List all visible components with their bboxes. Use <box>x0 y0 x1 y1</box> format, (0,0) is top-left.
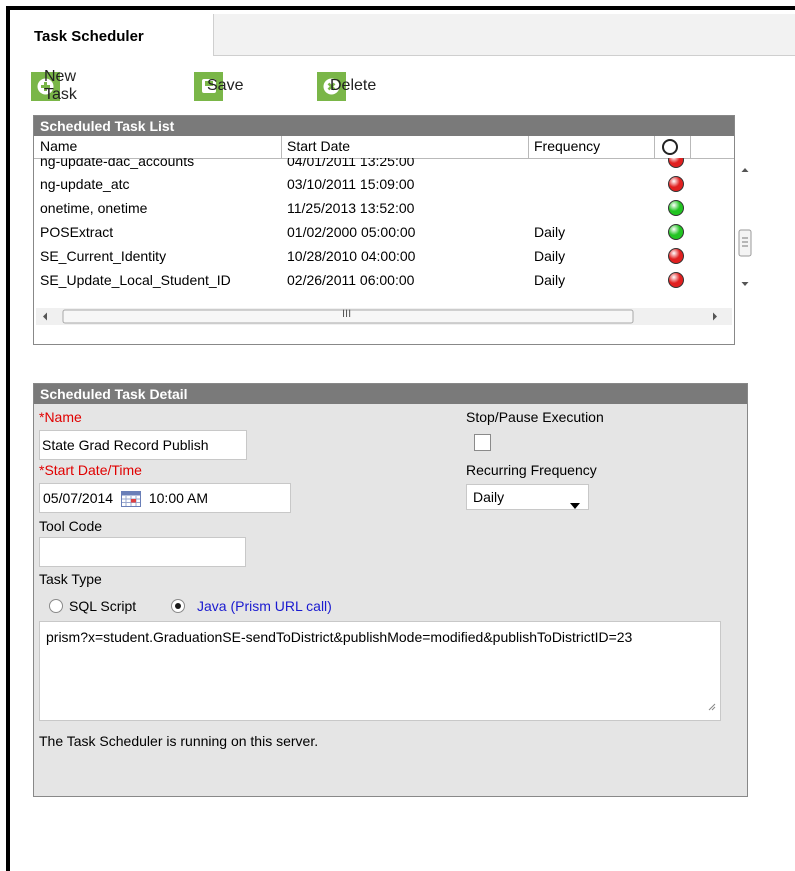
vertical-scrollbar[interactable] <box>736 158 754 306</box>
table-row[interactable]: ng-update-dac_accounts 04/01/2011 13:25:… <box>34 158 702 173</box>
date-input[interactable]: 05/07/2014 <box>43 490 113 506</box>
table-row[interactable]: ng-update_atc 03/10/2011 15:09:00 <box>34 172 702 196</box>
status-dot-icon <box>668 158 684 168</box>
tool-code-input[interactable] <box>39 537 246 567</box>
task-rows: ng-update-dac_accounts 04/01/2011 13:25:… <box>34 158 702 306</box>
name-label: *Name <box>39 409 82 425</box>
new-task-button[interactable]: New Task <box>31 68 77 103</box>
time-input[interactable]: 10:00 AM <box>149 490 208 506</box>
column-divider <box>690 136 691 158</box>
stop-pause-checkbox[interactable] <box>474 434 491 451</box>
java-label[interactable]: Java (Prism URL call) <box>197 598 332 614</box>
task-start-date: 11/25/2013 13:52:00 <box>287 200 415 216</box>
stop-pause-label: Stop/Pause Execution <box>466 409 604 425</box>
start-date-time-label: *Start Date/Time <box>39 462 142 478</box>
task-list-title: Scheduled Task List <box>34 116 734 136</box>
task-start-date: 04/01/2011 13:25:00 <box>287 158 415 169</box>
status-dot-icon <box>668 224 684 240</box>
status-circle-icon[interactable] <box>662 139 678 155</box>
horizontal-scrollbar[interactable]: III <box>36 308 732 325</box>
table-row[interactable]: SE_Update_Local_Student_ID 02/26/2011 06… <box>34 268 702 292</box>
column-frequency[interactable]: Frequency <box>534 138 600 156</box>
column-divider <box>654 136 655 158</box>
save-button[interactable]: Save <box>194 70 243 102</box>
task-list-header: Name Start Date Frequency <box>34 136 734 159</box>
task-name: onetime, onetime <box>40 200 148 216</box>
status-dot-icon <box>668 176 684 192</box>
new-task-label: New Task <box>44 68 77 103</box>
task-name: ng-update-dac_accounts <box>40 158 195 169</box>
chevron-down-icon <box>570 496 580 509</box>
status-dot-icon <box>668 200 684 216</box>
name-input[interactable]: State Grad Record Publish <box>39 430 247 460</box>
table-row[interactable]: onetime, onetime 11/25/2013 13:52:00 <box>34 196 702 220</box>
task-start-date: 03/10/2011 15:09:00 <box>287 176 415 192</box>
tab-bar: Task Scheduler <box>10 14 795 56</box>
tab-task-scheduler[interactable]: Task Scheduler <box>22 14 214 56</box>
save-label: Save <box>207 77 244 94</box>
tab-bar-filler <box>214 14 795 56</box>
column-divider <box>528 136 529 158</box>
scheduled-task-detail: Scheduled Task Detail *Name State Grad R… <box>33 383 748 797</box>
column-name[interactable]: Name <box>40 138 77 156</box>
task-frequency: Daily <box>534 248 566 264</box>
sql-script-radio[interactable] <box>49 599 63 613</box>
recurring-frequency-select[interactable]: Daily <box>466 484 589 510</box>
column-divider <box>281 136 282 158</box>
tool-code-label: Tool Code <box>39 518 103 534</box>
status-dot-icon <box>668 248 684 264</box>
task-name: POSExtract <box>40 224 114 240</box>
task-name: ng-update_atc <box>40 176 130 192</box>
resize-grip-icon[interactable] <box>708 697 716 716</box>
java-radio[interactable] <box>171 599 185 613</box>
scrollbar-grip: III <box>342 308 352 320</box>
prism-url-textarea[interactable]: prism?x=student.GraduationSE-sendToDistr… <box>39 621 721 721</box>
task-start-date: 01/02/2000 05:00:00 <box>287 224 416 240</box>
task-frequency: Daily <box>534 224 566 240</box>
task-start-date: 10/28/2010 04:00:00 <box>287 248 416 264</box>
sql-script-label[interactable]: SQL Script <box>69 598 136 614</box>
prism-url-value: prism?x=student.GraduationSE-sendToDistr… <box>46 629 633 645</box>
delete-button[interactable]: Delete <box>317 70 376 102</box>
column-start-date[interactable]: Start Date <box>287 138 350 156</box>
recurring-frequency-label: Recurring Frequency <box>466 462 597 478</box>
task-name: SE_Current_Identity <box>40 248 167 264</box>
status-dot-icon <box>668 272 684 288</box>
delete-label: Delete <box>330 77 377 94</box>
task-frequency: Daily <box>534 272 566 288</box>
table-row[interactable]: POSExtract 01/02/2000 05:00:00 Daily <box>34 220 702 244</box>
start-date-time-field: 05/07/2014 10:00 AM <box>39 483 291 513</box>
table-row[interactable]: SE_Current_Identity 10/28/2010 04:00:00 … <box>34 244 702 268</box>
calendar-icon[interactable] <box>120 491 141 508</box>
radio-selected-dot <box>175 603 181 609</box>
task-detail-title: Scheduled Task Detail <box>34 384 747 404</box>
task-start-date: 02/26/2011 06:00:00 <box>287 272 415 288</box>
task-type-label: Task Type <box>39 571 102 587</box>
task-name: SE_Update_Local_Student_ID <box>40 272 231 288</box>
scheduler-status-text: The Task Scheduler is running on this se… <box>39 733 319 749</box>
recurring-frequency-value: Daily <box>473 489 505 505</box>
scheduled-task-list: Scheduled Task List Name Start Date Freq… <box>33 115 754 345</box>
